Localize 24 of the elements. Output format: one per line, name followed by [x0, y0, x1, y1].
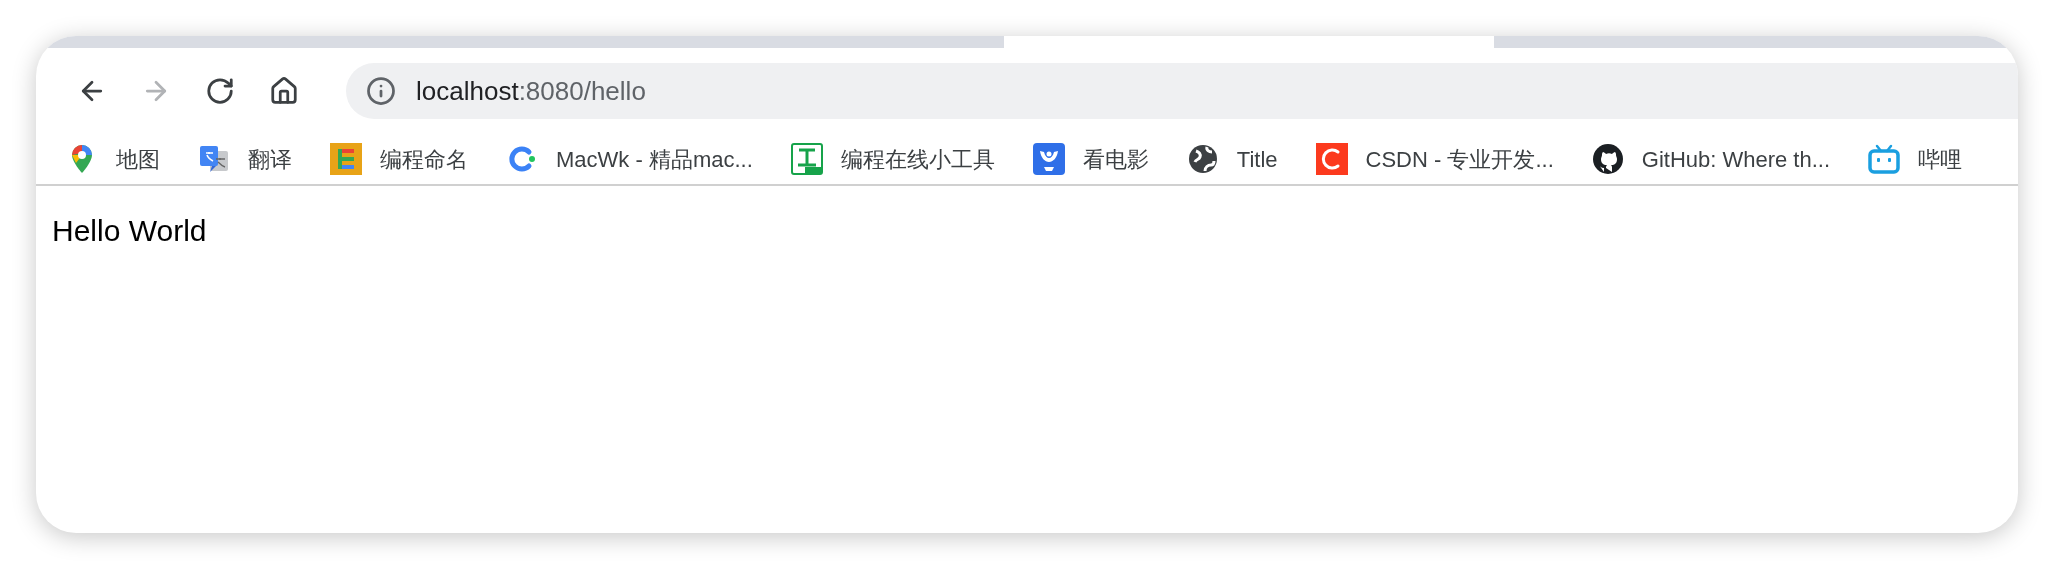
home-icon — [269, 76, 299, 106]
tv-face-icon — [1868, 143, 1901, 175]
bookmark-item[interactable]: Title — [1186, 142, 1278, 176]
url-text: localhost:8080/hello — [416, 74, 646, 108]
bookmark-item[interactable]: 地图 — [66, 142, 160, 176]
bookmark-item[interactable]: MacWk - 精品mac... — [506, 142, 753, 176]
translate-icon — [198, 143, 230, 175]
bookmark-item[interactable]: CSDN - 专业开发... — [1315, 142, 1554, 176]
bookmark-item[interactable]: 翻译 — [198, 142, 292, 176]
bookmark-item[interactable]: 编程命名 — [330, 142, 468, 176]
cat-silhouette-icon — [1591, 143, 1624, 175]
striped-tile-icon — [330, 143, 362, 175]
bookmark-item[interactable]: 看电影 — [1032, 142, 1149, 176]
page-text: Hello World — [52, 213, 208, 249]
cheering-figure-icon — [1032, 143, 1065, 175]
tool-sign-icon — [790, 143, 823, 175]
bookmark-item[interactable]: 编程在线小工具 — [790, 142, 995, 176]
globe-icon — [1186, 143, 1219, 175]
address-bar[interactable]: localhost:8080/hello — [346, 63, 2018, 119]
bookmark-item[interactable]: 哔哩 — [1868, 142, 1963, 176]
info-icon — [366, 76, 396, 106]
c-letter-icon — [1315, 143, 1348, 175]
bookmark-item[interactable]: GitHub: Where th... — [1591, 142, 1831, 176]
reload-icon — [205, 76, 235, 106]
